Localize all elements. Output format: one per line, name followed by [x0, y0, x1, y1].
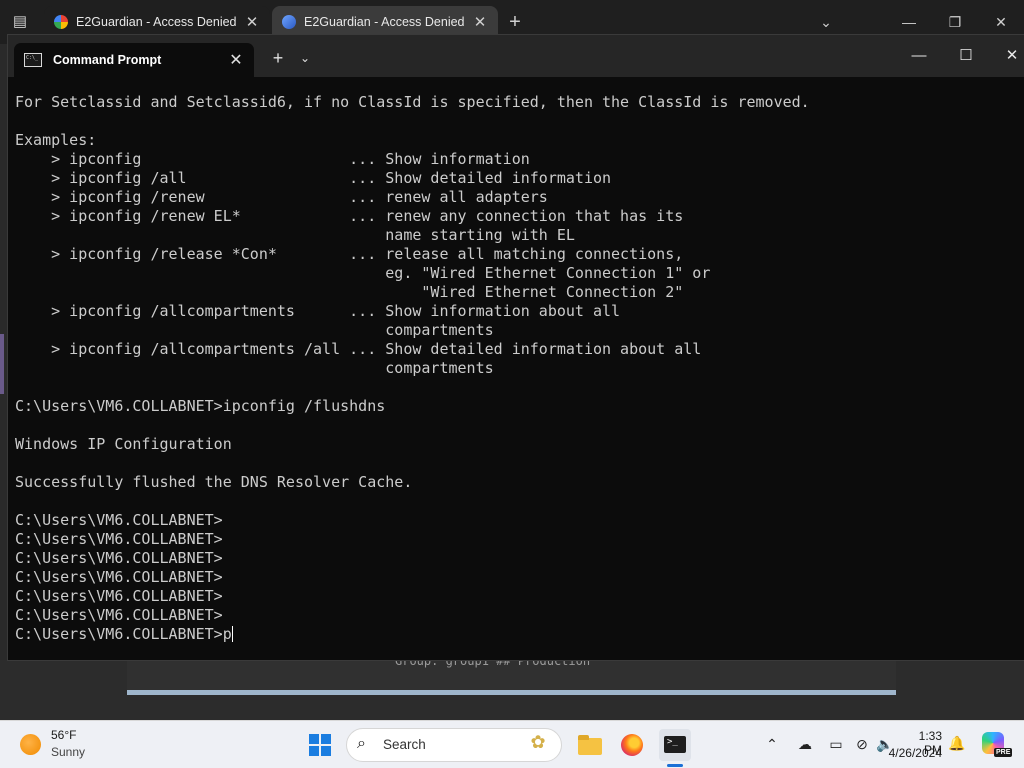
terminal-line: compartments	[15, 321, 494, 339]
terminal-titlebar[interactable]: Command Prompt ✕ + ⌄ — ☐ ✕	[8, 35, 1024, 77]
browser-close-button[interactable]: ✕	[989, 10, 1013, 34]
terminal-line: Examples:	[15, 131, 97, 149]
terminal-prompt-line[interactable]: C:\Users\VM6.COLLABNET>p	[15, 625, 1024, 644]
google-icon	[54, 15, 68, 29]
search-highlight-icon: ✿	[530, 732, 546, 752]
terminal-tab-title: Command Prompt	[53, 53, 162, 67]
terminal-tab-close-icon[interactable]: ✕	[228, 50, 244, 70]
notification-bell-icon[interactable]: 🔔	[948, 735, 965, 753]
terminal-line: Successfully flushed the DNS Resolver Ca…	[15, 473, 413, 491]
terminal-prompt-text: C:\Users\VM6.COLLABNET>p	[15, 625, 232, 643]
search-icon: ⌕	[357, 735, 366, 752]
browser-restore-button[interactable]: ❐	[943, 10, 967, 34]
terminal-line: "Wired Ethernet Connection 2"	[15, 283, 684, 301]
firefox-icon[interactable]	[616, 729, 648, 761]
terminal-line: C:\Users\VM6.COLLABNET>ipconfig /flushdn…	[15, 397, 386, 415]
weather-condition[interactable]: Sunny	[51, 745, 85, 759]
command-prompt-icon	[24, 53, 42, 67]
terminal-window: Command Prompt ✕ + ⌄ — ☐ ✕ For Setclassi…	[7, 34, 1024, 661]
display-icon[interactable]: ▭	[826, 734, 846, 754]
browser-minimize-button[interactable]: —	[897, 10, 921, 34]
terminal-new-tab-button[interactable]: +	[268, 47, 288, 69]
terminal-line: > ipconfig /allcompartments ... Show inf…	[15, 302, 621, 320]
terminal-line: C:\Users\VM6.COLLABNET>	[15, 568, 223, 586]
background-dialog: Group: group1 ## Production	[127, 654, 896, 695]
terminal-output[interactable]: For Setclassid and Setclassid6, if no Cl…	[15, 93, 1024, 660]
browser-new-tab-button[interactable]: +	[504, 10, 526, 34]
terminal-line: > ipconfig /renew EL* ... renew any conn…	[15, 207, 684, 225]
sun-icon[interactable]	[20, 734, 41, 755]
active-app-indicator	[667, 764, 683, 767]
browser-tab-1-title: E2Guardian - Access Denied	[76, 15, 237, 29]
search-label: Search	[383, 737, 426, 752]
terminal-line: > ipconfig /release *Con* ... release al…	[15, 245, 684, 263]
terminal-line: C:\Users\VM6.COLLABNET>	[15, 587, 223, 605]
terminal-tab-command-prompt[interactable]: Command Prompt ✕	[14, 43, 254, 77]
terminal-close-button[interactable]: ✕	[999, 45, 1024, 67]
copilot-pre-badge: PRE	[994, 748, 1013, 757]
terminal-maximize-button[interactable]: ☐	[953, 45, 979, 67]
onedrive-icon[interactable]: ☁	[795, 734, 815, 754]
terminal-line: C:\Users\VM6.COLLABNET>	[15, 530, 223, 548]
terminal-line: For Setclassid and Setclassid6, if no Cl…	[15, 93, 810, 111]
taskbar: 56°F Sunny ⌕ Search ✿ ⌃ ☁ ▭ ⊘ 🔈 1:33 PM …	[0, 720, 1024, 768]
browser-tab-1-close-icon[interactable]: ✕	[244, 13, 260, 31]
terminal-line: C:\Users\VM6.COLLABNET>	[15, 606, 223, 624]
file-explorer-icon[interactable]	[574, 729, 606, 761]
browser-tab-list-icon[interactable]: ⌄	[816, 10, 836, 34]
tray-chevron-up-icon[interactable]: ⌃	[762, 734, 782, 754]
taskbar-search-box[interactable]: ⌕ Search ✿	[346, 728, 562, 762]
terminal-line: > ipconfig /all ... Show detailed inform…	[15, 169, 612, 187]
edge-icon	[282, 15, 296, 29]
text-cursor	[231, 626, 233, 642]
terminal-line: Windows IP Configuration	[15, 435, 232, 453]
terminal-dropdown-icon[interactable]: ⌄	[297, 47, 313, 69]
browser-sidebar-accent	[0, 334, 4, 394]
browser-tab-2-close-icon[interactable]: ✕	[472, 13, 488, 31]
terminal-line: eg. "Wired Ethernet Connection 1" or	[15, 264, 711, 282]
terminal-line: C:\Users\VM6.COLLABNET>	[15, 549, 223, 567]
terminal-app-icon[interactable]	[659, 729, 691, 761]
terminal-line: > ipconfig ... Show information	[15, 150, 530, 168]
browser-tab-2-title: E2Guardian - Access Denied	[304, 15, 465, 29]
terminal-line: compartments	[15, 359, 494, 377]
weather-temperature[interactable]: 56°F	[51, 728, 76, 742]
network-icon[interactable]: ⊘	[852, 734, 872, 754]
terminal-line: > ipconfig /renew ... renew all adapters	[15, 188, 548, 206]
browser-tab-actions-icon[interactable]: ▤	[8, 10, 32, 34]
terminal-line: C:\Users\VM6.COLLABNET>	[15, 511, 223, 529]
terminal-line: > ipconfig /allcompartments /all ... Sho…	[15, 340, 702, 358]
terminal-minimize-button[interactable]: —	[906, 45, 932, 67]
clock-date[interactable]: 4/26/2024	[880, 746, 942, 760]
terminal-line: name starting with EL	[15, 226, 575, 244]
windows-start-icon[interactable]	[309, 734, 331, 756]
